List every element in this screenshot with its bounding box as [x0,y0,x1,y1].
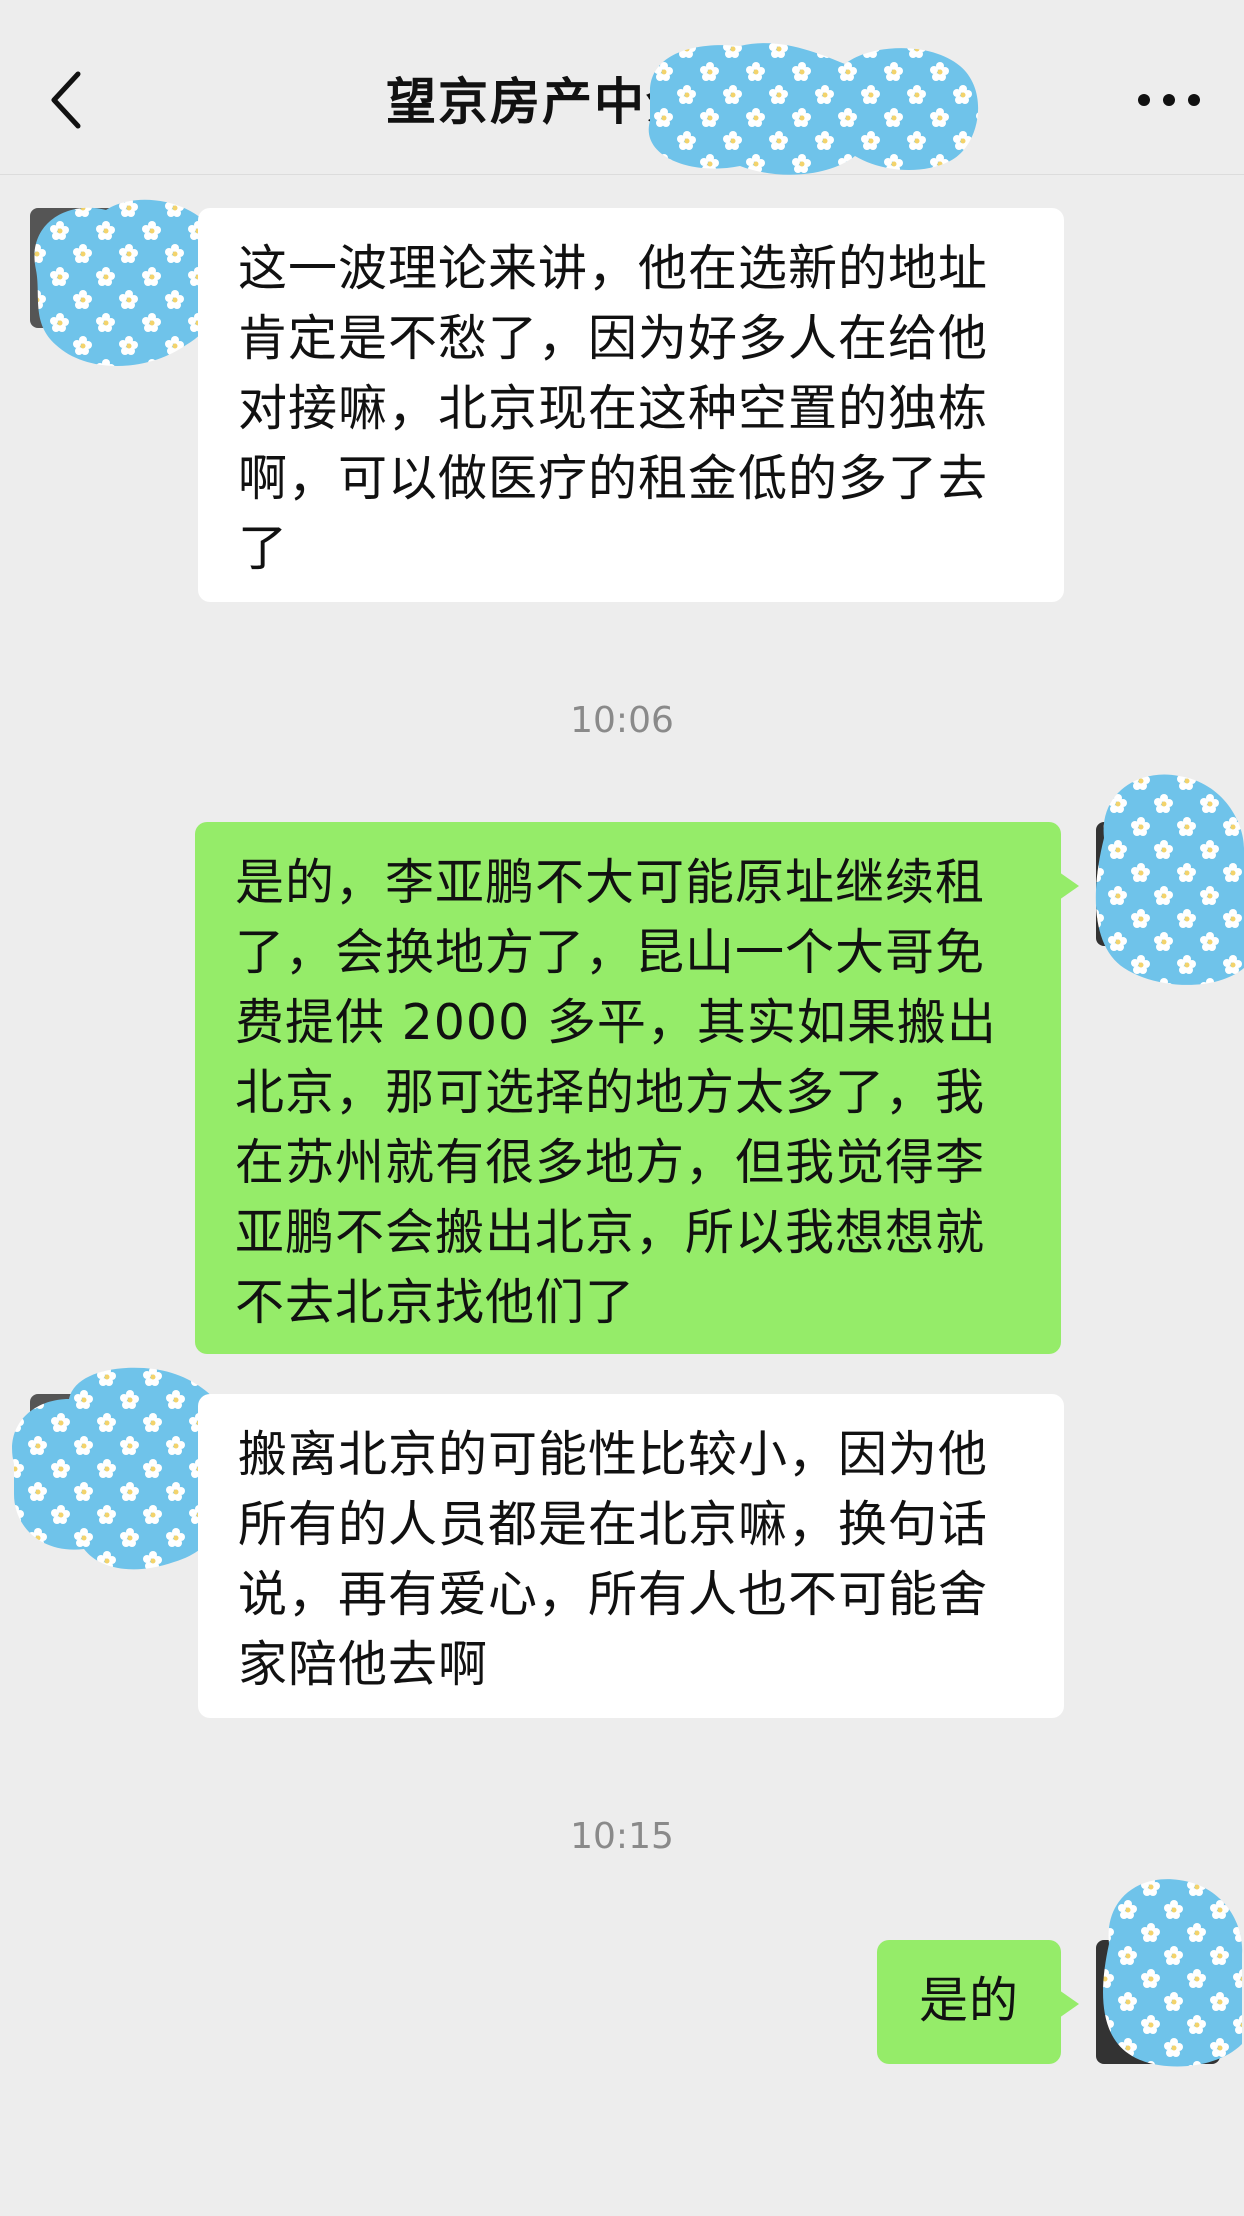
message-bubble-outgoing[interactable]: 是的，李亚鹏不大可能原址继续租了，会换地方了，昆山一个大哥免费提供 2000 多… [195,822,1079,1354]
redaction-blob [1103,1879,1243,2067]
more-button[interactable] [1134,75,1204,125]
message-bubble-incoming[interactable]: 这一波理论来讲，他在选新的地址肯定是不愁了，因为好多人在给他对接嘛，北京现在这种… [198,208,1064,602]
redaction-blob [648,43,979,175]
redaction-blob [1095,774,1244,985]
more-dots-icon [1138,94,1200,106]
timestamp: 10:06 [570,700,674,741]
timestamp: 10:15 [570,1816,674,1857]
message-bubble-outgoing[interactable]: 是的 [877,1940,1079,2064]
chat-header: 望京房产中介 [0,0,1244,175]
message-bubble-incoming[interactable]: 搬离北京的可能性比较小，因为他所有的人员都是在北京嘛，换句话说，再有爱心，所有人… [198,1394,1064,1718]
chat-title: 望京房产中介 [386,73,698,131]
